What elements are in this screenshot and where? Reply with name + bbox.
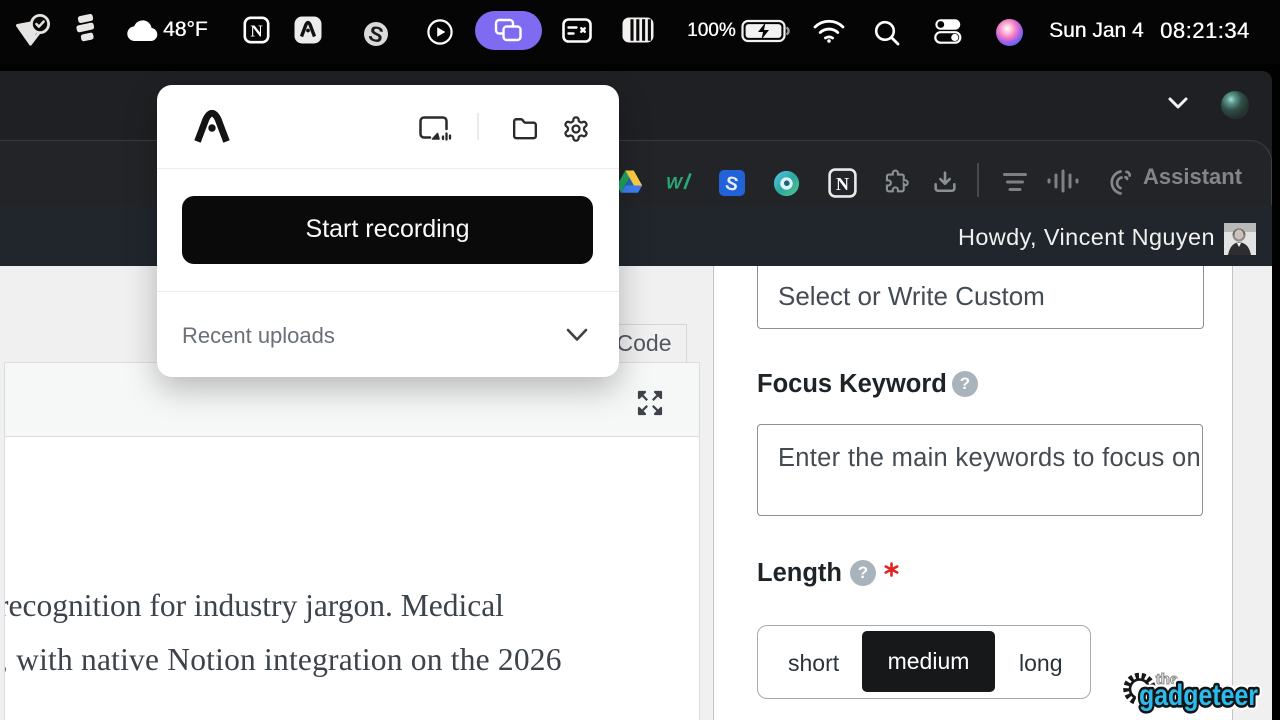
svg-text:N: N: [836, 174, 849, 194]
svg-text:gadgeteer: gadgeteer: [1139, 679, 1258, 712]
svg-text:W: W: [666, 174, 684, 193]
svg-text:N: N: [250, 22, 263, 41]
